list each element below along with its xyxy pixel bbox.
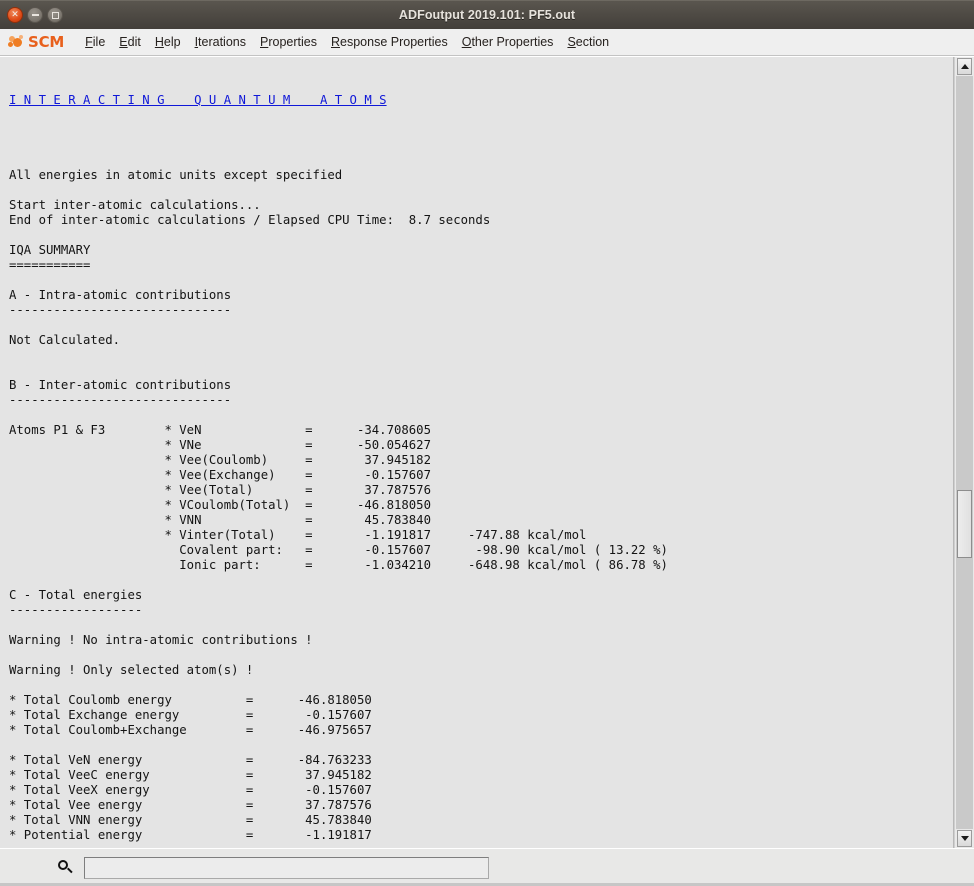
document-line: C - Total energies	[9, 588, 143, 602]
document-line: * Vee(Total) = 37.787576	[9, 483, 431, 497]
menu-item-section[interactable]: Section	[560, 32, 616, 52]
search-bar	[0, 848, 974, 886]
menu-bar: SCM File Edit Help Iterations Properties…	[0, 29, 974, 56]
document-line: * Total Coulomb energy = -46.818050	[9, 693, 372, 707]
scm-logo[interactable]: SCM	[8, 33, 64, 51]
chevron-down-icon	[960, 836, 969, 841]
document-line: * VNe = -50.054627	[9, 438, 431, 452]
output-text-view[interactable]: I N T E R A C T I N G Q U A N T U M A T …	[0, 57, 954, 848]
document-line: * Total VNN energy = 45.783840	[9, 813, 372, 827]
search-icon[interactable]	[57, 859, 75, 877]
scrollbar-thumb[interactable]	[957, 490, 972, 558]
document-line	[9, 363, 953, 378]
document-line: * VNN = 45.783840	[9, 513, 431, 527]
output-document: I N T E R A C T I N G Q U A N T U M A T …	[4, 57, 953, 848]
document-line	[9, 738, 953, 753]
document-line: * Vinter(Total) = -1.191817 -747.88 kcal…	[9, 528, 587, 542]
menu-item-edit[interactable]: Edit	[112, 32, 148, 52]
menu-item-help[interactable]: Help	[148, 32, 188, 52]
vertical-scrollbar[interactable]	[954, 57, 974, 848]
menu-item-response-properties[interactable]: Response Properties	[324, 32, 455, 52]
document-line: Covalent part: = -0.157607 -98.90 kcal/m…	[9, 543, 668, 557]
maximize-button[interactable]	[47, 7, 63, 23]
document-line: * Potential energy = -1.191817	[9, 828, 372, 842]
iqa-heading-link[interactable]: I N T E R A C T I N G Q U A N T U M A T …	[9, 93, 387, 107]
document-line	[9, 318, 953, 333]
document-line: * VCoulomb(Total) = -46.818050	[9, 498, 431, 512]
menu-item-iterations[interactable]: Iterations	[188, 32, 253, 52]
application-window: ✕ ADFoutput 2019.101: PF5.out SCM File E…	[0, 0, 974, 886]
document-line: * Vee(Coulomb) = 37.945182	[9, 453, 431, 467]
document-line: * Total VeeX energy = -0.157607	[9, 783, 372, 797]
scm-logo-text: SCM	[28, 33, 65, 51]
document-line: ===========	[9, 258, 91, 272]
document-line: * Total VeeC energy = 37.945182	[9, 768, 372, 782]
document-line	[9, 228, 953, 243]
document-line	[9, 348, 953, 363]
document-line	[9, 138, 953, 153]
menu-item-file[interactable]: File	[78, 32, 112, 52]
document-line	[9, 183, 953, 198]
scm-molecule-icon	[8, 34, 26, 50]
document-line: A - Intra-atomic contributions	[9, 288, 232, 302]
document-line: Not Calculated.	[9, 333, 121, 347]
document-line: Atoms P1 & F3 * VeN = -34.708605	[9, 423, 431, 437]
maximize-icon	[51, 11, 59, 19]
document-line	[9, 618, 953, 633]
document-line: * Total VeN energy = -84.763233	[9, 753, 372, 767]
document-line	[9, 273, 953, 288]
document-line: Ionic part: = -1.034210 -648.98 kcal/mol…	[9, 558, 668, 572]
close-icon: ✕	[11, 9, 19, 20]
title-bar: ✕ ADFoutput 2019.101: PF5.out	[0, 0, 974, 29]
document-line: Warning ! No intra-atomic contributions …	[9, 633, 313, 647]
content-area: I N T E R A C T I N G Q U A N T U M A T …	[0, 56, 974, 848]
document-line	[9, 648, 953, 663]
menu-item-properties[interactable]: Properties	[253, 32, 324, 52]
document-body: All energies in atomic units except spec…	[9, 138, 953, 848]
document-line: * Total Coulomb+Exchange = -46.975657	[9, 723, 372, 737]
minimize-button[interactable]	[27, 7, 43, 23]
document-line: IQA SUMMARY	[9, 243, 91, 257]
search-input[interactable]	[84, 856, 489, 879]
document-line: ------------------------------	[9, 303, 232, 317]
document-line: ------------------	[9, 603, 143, 617]
menu-item-other-properties[interactable]: Other Properties	[455, 32, 561, 52]
document-line: * Vee(Exchange) = -0.157607	[9, 468, 431, 482]
document-line	[9, 573, 953, 588]
scroll-down-button[interactable]	[957, 830, 972, 847]
document-line	[9, 408, 953, 423]
document-line: * Total Vee energy = 37.787576	[9, 798, 372, 812]
window-title: ADFoutput 2019.101: PF5.out	[398, 8, 576, 22]
minimize-icon	[31, 14, 39, 16]
scroll-up-button[interactable]	[957, 58, 972, 75]
document-line: * Total Exchange energy = -0.157607	[9, 708, 372, 722]
document-line	[9, 153, 953, 168]
chevron-up-icon	[960, 64, 969, 69]
close-button[interactable]: ✕	[7, 7, 23, 23]
document-line: Start inter-atomic calculations...	[9, 198, 261, 212]
document-line: End of inter-atomic calculations / Elaps…	[9, 213, 491, 227]
document-line	[9, 678, 953, 693]
document-line: All energies in atomic units except spec…	[9, 168, 343, 182]
document-line: Warning ! Only selected atom(s) !	[9, 663, 254, 677]
window-controls: ✕	[0, 7, 63, 23]
document-line: ------------------------------	[9, 393, 232, 407]
document-heading: I N T E R A C T I N G Q U A N T U M A T …	[9, 93, 953, 108]
document-line: B - Inter-atomic contributions	[9, 378, 232, 392]
scrollbar-track[interactable]	[956, 76, 973, 829]
